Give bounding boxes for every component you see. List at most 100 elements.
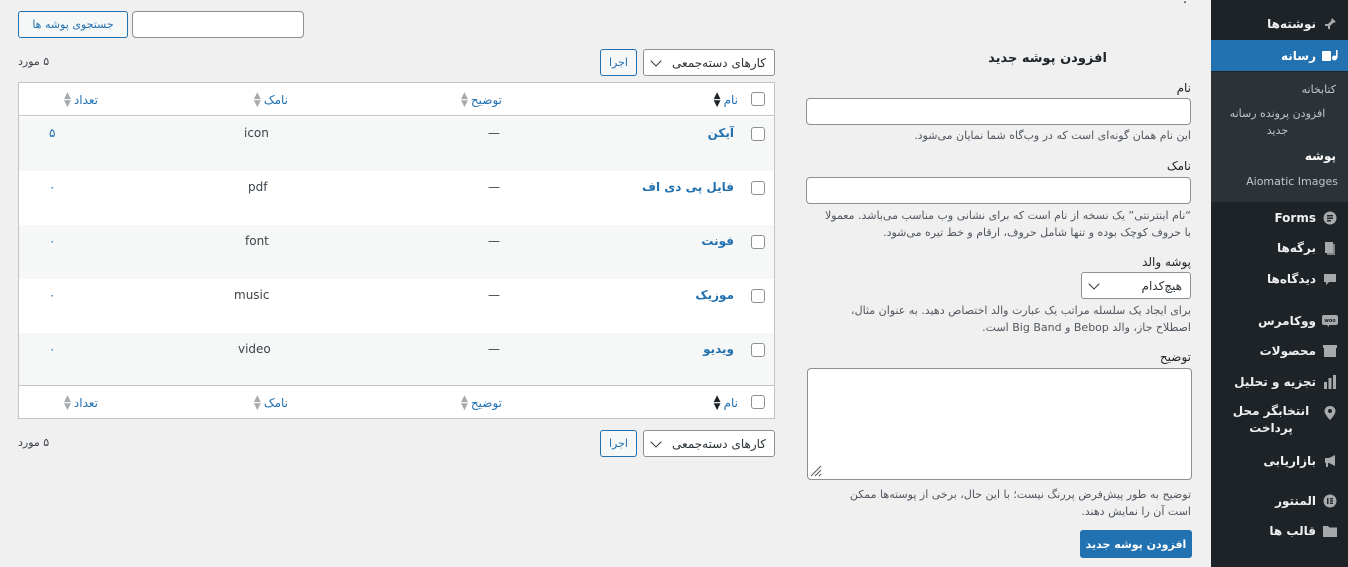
sidebar-item-pages[interactable]: برگه‌ها [1211,237,1348,259]
sidebar-item-templates[interactable]: قالب ها [1211,520,1348,542]
bar-chart-icon [1322,374,1338,390]
description-label: توضیح [1159,350,1191,364]
parent-folder-value: هیچ‌کدام [1141,278,1182,293]
bulk-actions-value: کارهای دسته‌جمعی [672,55,766,70]
sidebar-item-elementor[interactable]: المنتور [1211,490,1348,512]
resize-handle-icon[interactable] [810,465,822,477]
sidebar-item-forms[interactable]: Forms [1211,207,1348,229]
table-header: نام ▲ ▼ توضیح ▲ ▼ نامک ▲ ▼ تعداد ▲ ▼ [19,83,774,116]
slug-help-text-1: “نام اینترنتی” یک نسخه از نام است که برا… [824,209,1191,222]
folder-count-link[interactable]: ۰ [49,180,55,194]
column-footer-name[interactable]: نام ▲ ▼ [713,394,738,412]
slug-help-text-2: با حروف کوچک بوده و تنها شامل حروف، ارقا… [883,226,1191,239]
folders-table: نام ▲ ▼ توضیح ▲ ▼ نامک ▲ ▼ تعداد ▲ ▼ آیکن — … [18,82,775,419]
sidebar-item-payment-selector[interactable]: انتخابگر محل پرداخت [1211,403,1348,439]
submenu-item-aiomatic[interactable]: Aiomatic Images [1211,173,1348,190]
sidebar-item-marketing[interactable]: بازاریابی [1211,450,1348,472]
sort-icon: ▲ ▼ [460,91,468,109]
column-label: تعداد [73,93,98,107]
folder-name-link[interactable]: فایل پی دی اف [642,180,734,194]
sidebar-item-label: انتخابگر محل پرداخت [1232,404,1310,435]
column-footer-description[interactable]: توضیح ▲ ▼ [460,394,502,412]
folder-slug-input[interactable] [806,177,1191,204]
folder-description: — [488,234,500,248]
sort-icon: ▲ ▼ [253,394,261,412]
sidebar-item-label: رسانه [1281,48,1316,63]
column-header-description[interactable]: توضیح ▲ ▼ [460,91,502,109]
submenu-item-library[interactable]: کتابخانه [1211,81,1348,98]
folder-count-link[interactable]: ۰ [49,342,55,356]
sidebar-item-label: محصولات [1259,344,1316,358]
column-label: تعداد [73,396,98,410]
submenu-item-folder[interactable]: پوشه [1211,148,1348,165]
table-row: فایل پی دی اف — pdf ۰ [19,171,774,225]
folder-name-link[interactable]: موزیک [695,288,734,302]
folder-name-link[interactable]: فونت [701,234,734,248]
sidebar-item-posts[interactable]: نوشته‌ها [1211,13,1348,35]
slug-label: نامک [1166,159,1191,173]
row-checkbox[interactable] [751,289,765,303]
column-footer-count[interactable]: تعداد ▲ ▼ [64,395,98,412]
sidebar-item-label: دیدگاه‌ها [1267,272,1316,286]
parent-folder-select[interactable]: هیچ‌کدام [1081,272,1191,299]
column-header-slug[interactable]: نامک ▲ ▼ [253,91,288,109]
folder-count-link[interactable]: ۵ [49,126,55,140]
sort-icon: ▲ ▼ [713,91,721,109]
row-checkbox[interactable] [751,127,765,141]
sidebar-item-label: المنتور [1275,494,1316,508]
table-row: آیکن — icon ۵ [19,117,774,171]
sidebar-item-label: تجزیه و تحلیل [1234,375,1316,389]
sidebar-item-products[interactable]: محصولات [1211,340,1348,362]
folder-count-link[interactable]: ۰ [49,288,55,302]
current-menu-arrow [1203,48,1211,64]
bulk-actions-value: کارهای دسته‌جمعی [672,436,766,451]
pin-icon [1322,16,1338,32]
column-label: نامک [263,396,288,410]
chevron-down-icon [650,55,662,67]
search-folders-button[interactable]: جستجوی پوشه ها [18,11,128,38]
folder-count-link[interactable]: ۰ [49,234,55,248]
chevron-down-icon [650,436,662,448]
description-textarea[interactable] [807,368,1192,480]
elementor-icon [1322,493,1338,509]
bulk-actions-select-top[interactable]: کارهای دسته‌جمعی [643,49,775,76]
pages-icon [1322,240,1338,256]
sidebar-item-analytics[interactable]: تجزیه و تحلیل [1211,371,1348,393]
column-footer-slug[interactable]: نامک ▲ ▼ [253,394,288,412]
folder-description: — [488,126,500,140]
bulk-actions-select-bottom[interactable]: کارهای دسته‌جمعی [643,430,775,457]
search-input[interactable] [132,11,304,38]
sort-icon: ▲ ▼ [253,91,261,109]
name-label: نام [1176,81,1191,95]
folder-name-input[interactable] [806,98,1191,125]
sort-icon: ▲ ▼ [713,394,721,412]
folder-name-link[interactable]: ویدیو [703,342,734,356]
row-checkbox[interactable] [751,181,765,195]
row-checkbox[interactable] [751,343,765,357]
add-folder-heading: افزودن پوشه جدید [988,51,1107,66]
parent-folder-label: پوشه والد [1142,255,1191,269]
column-header-count[interactable]: تعداد ▲ ▼ [64,92,98,109]
sidebar-item-media[interactable]: رسانه [1203,40,1348,71]
folder-slug: font [245,234,269,248]
folder-slug: icon [244,126,269,140]
column-header-name[interactable]: نام ▲ ▼ [713,91,738,109]
sidebar-item-comments[interactable]: دیدگاه‌ها [1211,268,1348,290]
add-new-folder-button[interactable]: افزودن پوشه جدید [1080,530,1192,558]
sort-icon: ▲ ▼ [460,394,468,412]
select-all-checkbox[interactable] [751,92,765,106]
admin-sidebar: نوشته‌ها رسانه کتابخانه افزودن پرونده رس… [1203,0,1348,567]
submenu-item-add-new[interactable]: افزودن پرونده رسانه جدید [1211,105,1348,139]
media-icon [1322,48,1338,64]
comment-icon [1322,271,1338,287]
forms-icon [1322,210,1338,226]
apply-button-top[interactable]: اجرا [600,49,637,76]
svg-text:woo: woo [1324,318,1336,324]
folder-name-link[interactable]: آیکن [708,126,734,140]
column-label: توضیح [470,396,502,410]
select-all-checkbox-footer[interactable] [751,395,765,409]
megaphone-icon [1322,453,1338,469]
row-checkbox[interactable] [751,235,765,249]
apply-button-bottom[interactable]: اجرا [600,430,637,457]
sidebar-item-woocommerce[interactable]: woo ووکامرس [1211,310,1348,332]
